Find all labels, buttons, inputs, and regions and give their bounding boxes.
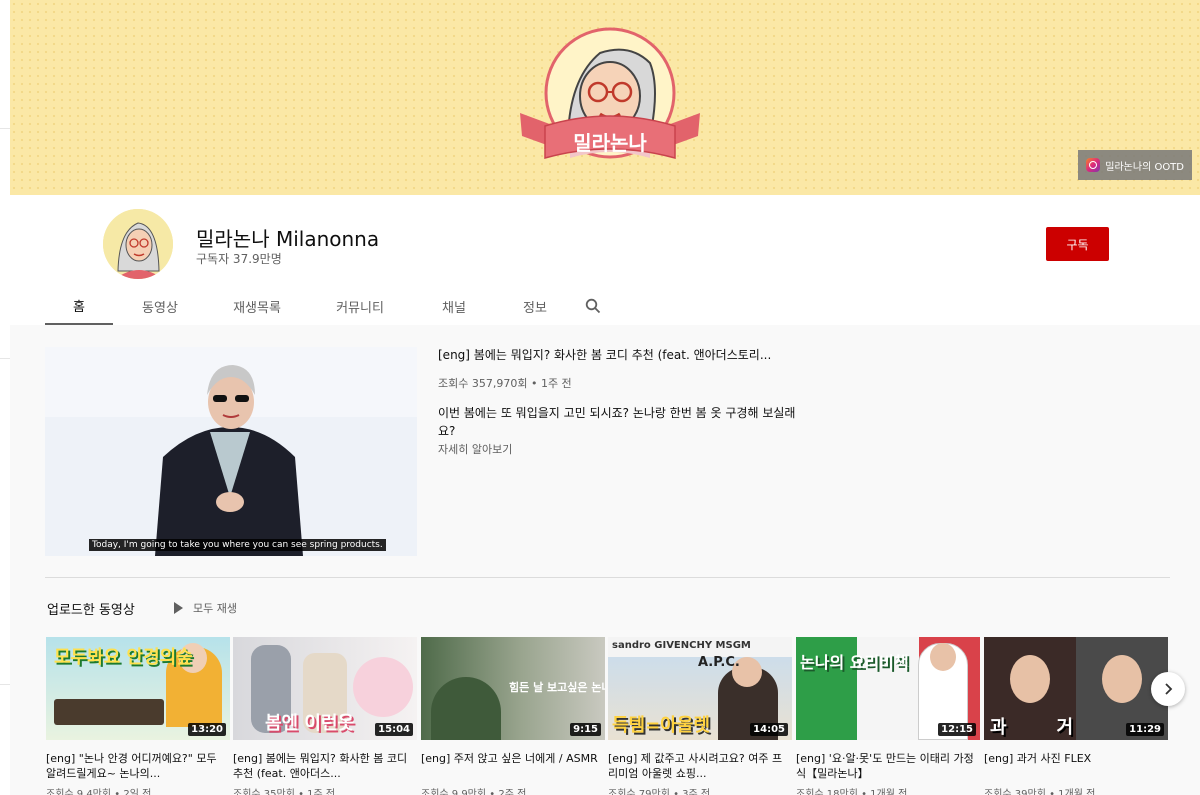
read-more-link[interactable]: 자세히 알아보기 <box>438 441 512 457</box>
featured-video-description: 이번 봄에는 또 뭐입을지 고민 되시죠? 논나랑 한번 봄 옷 구경해 보실래… <box>438 406 796 438</box>
video-card[interactable]: sandro GIVENCHY MSGM A.P.C. 득템=아울렛 14:05… <box>608 637 792 795</box>
instagram-link-label: 밀라논나의 OOTD <box>1105 161 1184 173</box>
tab-home[interactable]: 홈 <box>45 287 113 325</box>
video-meta: 조회수 9.4만회 • 2일 전 <box>46 789 152 795</box>
featured-video-frame <box>45 347 417 556</box>
featured-video-player[interactable]: Today, I'm going to take you where you c… <box>45 347 417 556</box>
tab-playlists[interactable]: 재생목록 <box>207 287 307 325</box>
video-thumbnail[interactable]: sandro GIVENCHY MSGM A.P.C. 득템=아울렛 14:05 <box>608 637 792 740</box>
video-title[interactable]: [eng] '요·알·못'도 만드는 이태리 가정식【밀라논나】 <box>796 751 980 781</box>
search-icon <box>585 298 601 314</box>
video-title[interactable]: [eng] 제 값주고 사시려고요? 여주 프리미엄 아울렛 쇼핑... <box>608 751 792 781</box>
video-title[interactable]: [eng] 봄에는 뭐입지? 화사한 봄 코디 추천 (feat. 앤아더스..… <box>233 751 417 781</box>
video-card[interactable]: 논나의 요리비책 12:15 [eng] '요·알·못'도 만드는 이태리 가정… <box>796 637 980 795</box>
video-title[interactable]: [eng] "논나 안경 어디꺼예요?" 모두 알려드릴게요~ 논나의... <box>46 751 230 781</box>
video-meta: 조회수 9.9만회 • 2주 전 <box>421 789 527 795</box>
channel-banner: 밀라논나 밀라논나의 OOTD <box>10 0 1200 195</box>
thumbnail-brand-text: sandro GIVENCHY MSGM <box>612 640 751 651</box>
tab-community[interactable]: 커뮤니티 <box>307 287 413 325</box>
chevron-right-icon <box>1165 683 1173 695</box>
video-caption: Today, I'm going to take you where you c… <box>89 539 386 551</box>
subscriber-count: 구독자 37.9만명 <box>196 252 282 266</box>
video-thumbnail[interactable]: 모두봐요 안경의숲 13:20 <box>46 637 230 740</box>
video-card[interactable]: 모두봐요 안경의숲 13:20 [eng] "논나 안경 어디꺼예요?" 모두 … <box>46 637 230 795</box>
tab-about[interactable]: 정보 <box>495 287 575 325</box>
video-card[interactable]: 봄엔 이런옷 15:04 [eng] 봄에는 뭐입지? 화사한 봄 코디 추천 … <box>233 637 417 795</box>
video-meta: 조회수 18만회 • 1개월 전 <box>796 789 908 795</box>
video-thumbnail[interactable]: 봄엔 이런옷 15:04 <box>233 637 417 740</box>
video-meta: 조회수 35만회 • 1주 전 <box>233 789 336 795</box>
video-duration: 11:29 <box>1126 723 1164 736</box>
thumbnail-overlay-text: 득템=아울렛 <box>612 715 710 736</box>
thumbnail-overlay-text: 봄엔 이런옷 <box>265 713 355 734</box>
section-divider <box>45 577 1170 578</box>
video-card[interactable]: 힘든 날 보고싶은 논나 ASMR 9:15 [eng] 주저 앉고 싶은 너에… <box>421 637 605 795</box>
video-duration: 15:04 <box>375 723 413 736</box>
edge-divider <box>0 684 10 685</box>
thumbnail-brand-text: A.P.C. <box>698 655 740 670</box>
tab-channels[interactable]: 채널 <box>413 287 495 325</box>
channel-search-button[interactable] <box>575 287 611 325</box>
video-thumbnail[interactable]: 힘든 날 보고싶은 논나 ASMR 9:15 <box>421 637 605 740</box>
video-duration: 12:15 <box>938 723 976 736</box>
video-meta: 조회수 39만회 • 1개월 전 <box>984 789 1096 795</box>
video-thumbnail[interactable]: 논나의 요리비책 12:15 <box>796 637 980 740</box>
video-duration: 13:20 <box>188 723 226 736</box>
channel-tabs: 홈 동영상 재생목록 커뮤니티 채널 정보 <box>45 287 611 325</box>
thumbnail-overlay-text: 모두봐요 안경의숲 <box>54 647 193 668</box>
instagram-icon <box>1086 158 1101 172</box>
subscribe-button[interactable]: 구독 <box>1046 227 1109 261</box>
featured-video-title[interactable]: [eng] 봄에는 뭐입지? 화사한 봄 코디 추천 (feat. 앤아더스토리… <box>438 346 798 363</box>
video-title[interactable]: [eng] 과거 사진 FLEX <box>984 751 1168 781</box>
edge-divider <box>0 358 10 359</box>
play-all-button[interactable]: 모두 재생 <box>174 600 237 616</box>
channel-header: 밀라논나 Milanonna 구독자 37.9만명 구독 홈 동영상 재생목록 … <box>10 195 1200 325</box>
thumbnail-overlay-text: 힘든 날 보고싶은 논나 ASMR <box>509 681 605 694</box>
video-duration: 9:15 <box>570 723 601 736</box>
featured-video-meta: 조회수 357,970회 • 1주 전 <box>438 377 572 390</box>
play-icon <box>174 602 183 614</box>
video-meta: 조회수 79만회 • 3주 전 <box>608 789 711 795</box>
video-title[interactable]: [eng] 주저 앉고 싶은 너에게 / ASMR <box>421 751 605 781</box>
uploads-shelf-title[interactable]: 업로드한 동영상 <box>47 599 135 618</box>
channel-avatar[interactable] <box>103 209 173 279</box>
video-duration: 14:05 <box>750 723 788 736</box>
video-thumbnail[interactable]: 과거 사진 11:29 <box>984 637 1168 740</box>
shelf-next-button[interactable] <box>1151 672 1185 706</box>
banner-logo-text: 밀라논나 <box>573 131 647 155</box>
banner-logo: 밀라논나 <box>520 27 700 159</box>
channel-name: 밀라논나 Milanonna <box>196 227 380 251</box>
play-all-label: 모두 재생 <box>193 602 237 615</box>
edge-divider <box>0 128 10 129</box>
avatar-illustration <box>103 209 173 279</box>
instagram-link[interactable]: 밀라논나의 OOTD <box>1078 150 1192 180</box>
video-card[interactable]: 과거 사진 11:29 [eng] 과거 사진 FLEX 조회수 39만회 • … <box>984 637 1168 795</box>
tab-videos[interactable]: 동영상 <box>113 287 207 325</box>
thumbnail-overlay-text: 논나의 요리비책 <box>800 653 909 672</box>
page-left-edge <box>0 0 10 795</box>
